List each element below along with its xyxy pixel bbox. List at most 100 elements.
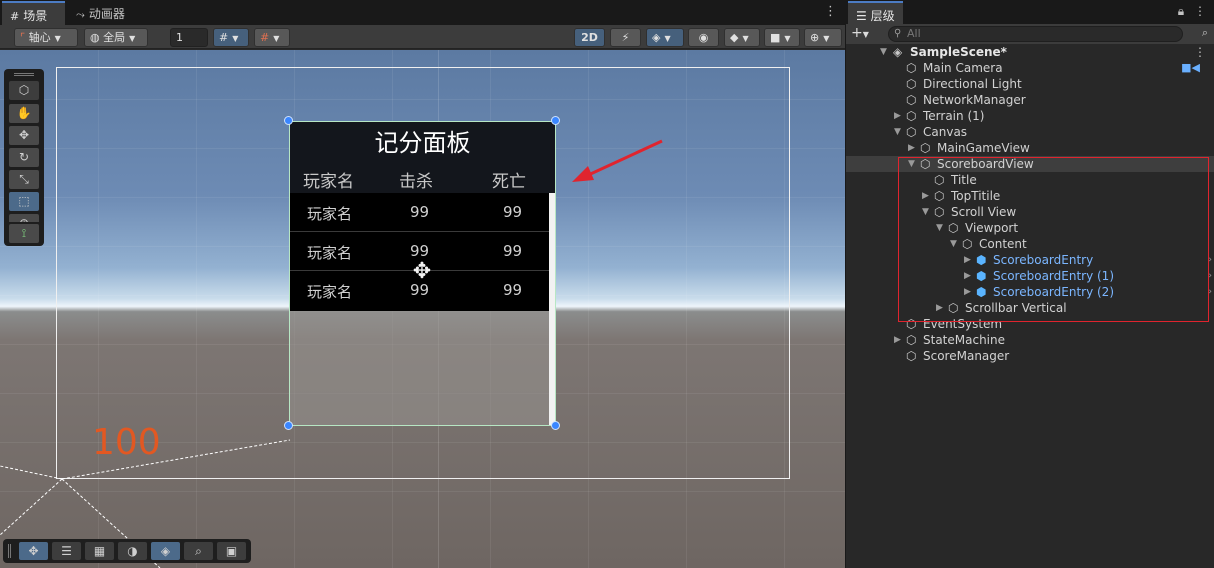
grid-snap-field[interactable]: 1 <box>170 28 208 47</box>
expand-arrow-icon[interactable]: ▶ <box>964 284 971 300</box>
resize-handle-bottom-right[interactable] <box>551 421 560 430</box>
expand-arrow-icon[interactable]: ▶ <box>894 332 901 348</box>
gizmos-dropdown[interactable]: ⊕ ▼ <box>804 28 842 47</box>
gameobject-cube-icon: ⬡ <box>906 61 917 75</box>
hierarchy-item-canvas[interactable]: ▼ ⬡ Canvas <box>846 124 1214 140</box>
grid-visibility-button[interactable]: # ▼ <box>213 28 249 47</box>
scene-menu-icon[interactable]: ⋮ <box>1194 44 1206 60</box>
prefab-open-arrow-icon[interactable]: › <box>1208 284 1212 300</box>
move-overlay-button[interactable]: ✥ <box>19 542 48 560</box>
layers-dropdown[interactable]: ◈ ▼ <box>646 28 684 47</box>
expand-arrow-icon[interactable]: ▶ <box>964 268 971 284</box>
expand-arrow-icon[interactable]: ▼ <box>894 124 901 140</box>
hierarchy-search-input[interactable]: ⚲ All <box>888 26 1183 42</box>
add-object-button[interactable]: +▼ <box>851 25 869 41</box>
camera-icon: ■ <box>770 31 781 44</box>
expand-arrow-icon[interactable]: ▶ <box>894 108 901 124</box>
rect-icon: ⬚ <box>18 194 30 208</box>
entry-deaths: 99 <box>503 281 523 299</box>
kebab-menu-icon[interactable]: ⋮ <box>1194 4 1206 18</box>
search-filter-icon[interactable]: ⌕ <box>1202 26 1208 40</box>
camera-dropdown[interactable]: ■ ▼ <box>764 28 800 47</box>
hierarchy-item-scroll-view[interactable]: ▼ ⬡ Scroll View <box>846 204 1214 220</box>
scene-viewport[interactable]: 记分面板 玩家名 击杀 死亡 玩家名 99 99 玩家名 99 99 玩家名 9… <box>0 50 845 568</box>
resize-handle-bottom-left[interactable] <box>284 421 293 430</box>
drag-handle-icon[interactable] <box>8 544 11 558</box>
tab-scene[interactable]: # 场景 <box>2 1 65 25</box>
hierarchy-item-scoreboardview[interactable]: ▼ ⬡ ScoreboardView <box>846 156 1214 172</box>
stack-icon: ◆ <box>730 31 739 44</box>
hand-tool-button[interactable]: ✋ <box>9 104 39 123</box>
expand-arrow-icon[interactable]: ▼ <box>950 236 957 252</box>
expand-arrow-icon[interactable]: ▶ <box>922 188 929 204</box>
hierarchy-item-scrollbar-vertical[interactable]: ▶ ⬡ Scrollbar Vertical <box>846 300 1214 316</box>
visibility-toggle[interactable]: ◉ <box>688 28 719 47</box>
expand-arrow-icon[interactable]: ▶ <box>964 252 971 268</box>
hierarchy-item-title[interactable]: ⬡ Title <box>846 172 1214 188</box>
pivot-dropdown[interactable]: ⌜ 轴心 ▼ <box>14 28 78 47</box>
hierarchy-item-viewport[interactable]: ▼ ⬡ Viewport <box>846 220 1214 236</box>
layers-overlay-button[interactable]: ◈ <box>151 542 180 560</box>
hierarchy-item-eventsystem[interactable]: ⬡ EventSystem <box>846 316 1214 332</box>
rect-tool-button[interactable]: ⬚ <box>9 192 39 211</box>
shading-overlay-button[interactable]: ◑ <box>118 542 147 560</box>
hierarchy-item-scoreboardentry[interactable]: ▶ ⬢ ScoreboardEntry › <box>846 252 1214 268</box>
rotate-tool-button[interactable]: ↻ <box>9 148 39 167</box>
hierarchy-item-toptitile[interactable]: ▶ ⬡ TopTitile <box>846 188 1214 204</box>
hierarchy-item-directional-light[interactable]: ⬡ Directional Light <box>846 76 1214 92</box>
scoreboard-entry[interactable]: 玩家名 99 99 <box>289 193 549 232</box>
hierarchy-toolbar: +▼ ⚲ All ⌕ <box>846 24 1214 44</box>
hierarchy-item-label: Scroll View <box>951 205 1017 219</box>
resize-handle-top-left[interactable] <box>284 116 293 125</box>
view-cube-button[interactable]: ⬡ <box>9 81 39 100</box>
lighting-toggle[interactable]: ⚡ <box>610 28 641 47</box>
expand-arrow-icon[interactable]: ▼ <box>936 220 943 236</box>
hierarchy-item-scoremanager[interactable]: ⬡ ScoreManager <box>846 348 1214 364</box>
custom-tool-button[interactable]: ⟟ <box>9 224 39 243</box>
tab-scene-label: 场景 <box>23 9 48 23</box>
hierarchy-item-statemachine[interactable]: ▶ ⬡ StateMachine <box>846 332 1214 348</box>
hierarchy-item-terrain[interactable]: ▶ ⬡ Terrain (1) <box>846 108 1214 124</box>
hierarchy-item-maingameview[interactable]: ▶ ⬡ MainGameView <box>846 140 1214 156</box>
scene-label-100: 100 <box>92 422 161 463</box>
expand-arrow-icon[interactable]: ▼ <box>908 156 915 172</box>
scale-tool-button[interactable]: ⤡ <box>9 170 39 189</box>
hierarchy-item-content[interactable]: ▼ ⬡ Content <box>846 236 1214 252</box>
search-icon: ⌕ <box>195 544 202 558</box>
cube-icon: ⬡ <box>18 83 30 97</box>
move-tool-button[interactable]: ✥ <box>9 126 39 145</box>
resize-handle-top-right[interactable] <box>551 116 560 125</box>
global-dropdown[interactable]: ◍ 全局 ▼ <box>84 28 148 47</box>
navmesh-overlay-button[interactable]: ▦ <box>85 542 114 560</box>
hierarchy-item-samplescene[interactable]: ▼ ◈ SampleScene* ⋮ <box>846 44 1214 60</box>
hierarchy-item-main-camera[interactable]: ⬡ Main Camera ■◀ <box>846 60 1214 76</box>
camera-overlay-button[interactable]: ▣ <box>217 542 246 560</box>
tab-animator[interactable]: ⤳ 动画器 <box>68 1 133 25</box>
expand-arrow-icon[interactable]: ▶ <box>908 140 915 156</box>
hierarchy-item-scoreboardentry-1[interactable]: ▶ ⬢ ScoreboardEntry (1) › <box>846 268 1214 284</box>
prefab-open-arrow-icon[interactable]: › <box>1208 268 1212 284</box>
expand-arrow-icon[interactable]: ▼ <box>922 204 929 220</box>
tab-hierarchy[interactable]: ☰ 层级 <box>848 1 903 24</box>
effects-dropdown[interactable]: ◆ ▼ <box>724 28 760 47</box>
hierarchy-item-networkmanager[interactable]: ⬡ NetworkManager <box>846 92 1214 108</box>
prefab-open-arrow-icon[interactable]: › <box>1208 252 1212 268</box>
expand-arrow-icon[interactable]: ▶ <box>936 300 943 316</box>
move-pivot-gizmo-icon[interactable]: ✥ <box>410 260 434 284</box>
scene-toolbar: ⌜ 轴心 ▼ ◍ 全局 ▼ 1 # ▼ # ▼ 2D ⚡ ◈ ▼ ◉ ◆ ▼ ■ ▼ ⊕ ▼ <box>0 25 845 49</box>
entry-player-name: 玩家名 <box>307 205 353 223</box>
drag-handle-icon[interactable] <box>14 73 34 76</box>
lock-icon[interactable]: 🔒︎ <box>1178 4 1184 18</box>
scrollbar-vertical[interactable] <box>549 193 556 426</box>
expand-arrow-icon[interactable]: ▼ <box>880 44 887 60</box>
2d-mode-button[interactable]: 2D <box>574 28 605 47</box>
snap-increment-button[interactable]: # ▼ <box>254 28 290 47</box>
search-icon: ⚲ <box>894 28 902 39</box>
hierarchy-item-scoreboardentry-2[interactable]: ▶ ⬢ ScoreboardEntry (2) › <box>846 284 1214 300</box>
settings-overlay-button[interactable]: ☰ <box>52 542 81 560</box>
search-overlay-button[interactable]: ⌕ <box>184 542 213 560</box>
prefab-cube-icon: ⬢ <box>976 285 987 299</box>
scene-menu-icon[interactable]: ⋮ <box>824 4 837 19</box>
chevron-down-icon: ▼ <box>784 34 791 43</box>
chevron-down-icon: ▼ <box>862 30 869 39</box>
